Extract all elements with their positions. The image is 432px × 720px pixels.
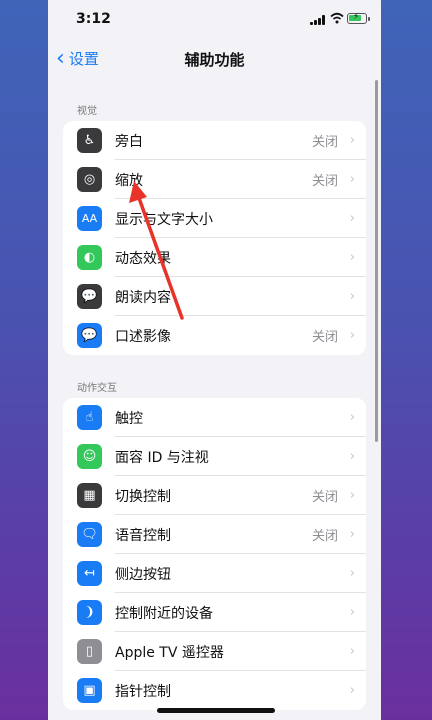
pointer-control-icon: ▣ [77, 678, 102, 703]
settings-row[interactable]: ▯ Apple TV 遥控器 › [63, 632, 366, 671]
settings-row[interactable]: ▣ 指针控制 › [63, 671, 366, 710]
row-label: 朗读内容 [115, 289, 171, 306]
row-label: Apple TV 遥控器 [115, 644, 224, 661]
motion-icon: ◐ [77, 245, 102, 270]
row-value: 关闭 [311, 174, 338, 189]
settings-group: ♿ 旁白 关闭 › ◎ 缩放 关闭 › AA 显示与文字大小 › ◐ 动态效果 › 💬 朗读内容 › 💬 口述影像关… [63, 121, 366, 355]
chevron-right-icon: › [349, 250, 355, 265]
voiceover-icon: ♿ [77, 128, 102, 153]
face-id-icon: ☺ [77, 444, 102, 469]
chevron-right-icon: › [349, 172, 355, 187]
settings-row[interactable]: ◐ 动态效果 › [63, 238, 366, 277]
settings-row[interactable]: ↤ 侧边按钮 › [63, 554, 366, 593]
row-value: 关闭 [311, 529, 338, 544]
status-time: 3:12 [76, 11, 111, 27]
switch-control-icon: ▦ [77, 483, 102, 508]
row-label: 指针控制 [115, 683, 171, 700]
settings-row[interactable]: ☝ 触控 › [63, 398, 366, 437]
chevron-right-icon: › [349, 211, 355, 226]
status-bar: 3:12 ⚡ [48, 0, 381, 40]
audio-description-icon: 💬 [77, 323, 102, 348]
row-label: 旁白 [115, 133, 143, 150]
settings-row[interactable]: ◎ 缩放 关闭 › [63, 160, 366, 199]
chevron-right-icon: › [349, 289, 355, 304]
chevron-right-icon: › [349, 328, 355, 343]
text-size-icon: AA [77, 206, 102, 231]
settings-row[interactable]: 🗨 语音控制 关闭 › [63, 515, 366, 554]
row-value: 关闭 [311, 135, 338, 150]
row-value: 关闭 [311, 330, 338, 345]
chevron-right-icon: › [349, 566, 355, 581]
page-title: 辅助功能 [184, 51, 245, 69]
section-header: 动作交互 [77, 383, 117, 394]
chevron-right-icon: › [349, 449, 355, 464]
chevron-right-icon: › [349, 683, 355, 698]
home-indicator[interactable] [157, 708, 275, 713]
row-label: 缩放 [115, 172, 143, 189]
row-label: 面容 ID 与注视 [115, 449, 209, 466]
settings-group: ☝ 触控 › ☺ 面容 ID 与注视 › ▦ 切换控制 关闭 › 🗨 语音控制 关闭 › ↤ 侧边按钮 › ❩ 控制… [63, 398, 366, 710]
chevron-right-icon: › [349, 133, 355, 148]
voice-control-icon: 🗨 [77, 522, 102, 547]
apple-tv-remote-icon: ▯ [77, 639, 102, 664]
battery-charging-icon: ⚡ [347, 12, 370, 24]
row-label: 动态效果 [115, 250, 171, 267]
row-label: 显示与文字大小 [115, 211, 213, 228]
row-value: 关闭 [311, 490, 338, 505]
chevron-right-icon: › [349, 605, 355, 620]
settings-row[interactable]: 💬 口述影像 关闭 › [63, 316, 366, 355]
wifi-icon [330, 12, 344, 24]
section-header: 视觉 [77, 106, 97, 117]
settings-row[interactable]: AA 显示与文字大小 › [63, 199, 366, 238]
chevron-right-icon: › [349, 527, 355, 542]
phone-screen: 3:12 ⚡ ‹ 设置 辅助功能 视觉 ♿ 旁白 关闭 › ◎ 缩放 关闭 › AA 显示与文字大小… [48, 0, 381, 720]
settings-row[interactable]: ▦ 切换控制 关闭 › [63, 476, 366, 515]
zoom-icon: ◎ [77, 167, 102, 192]
row-label: 触控 [115, 410, 143, 427]
navigation-bar: ‹ 设置 辅助功能 [48, 40, 381, 78]
settings-row[interactable]: ❩ 控制附近的设备 › [63, 593, 366, 632]
chevron-right-icon: › [349, 410, 355, 425]
row-label: 切换控制 [115, 488, 171, 505]
chevron-right-icon: › [349, 488, 355, 503]
spoken-content-icon: 💬 [77, 284, 102, 309]
row-label: 控制附近的设备 [115, 605, 213, 622]
side-button-icon: ↤ [77, 561, 102, 586]
settings-row[interactable]: 💬 朗读内容 › [63, 277, 366, 316]
settings-row[interactable]: ♿ 旁白 关闭 › [63, 121, 366, 160]
nearby-devices-icon: ❩ [77, 600, 102, 625]
row-label: 侧边按钮 [115, 566, 171, 583]
chevron-right-icon: › [349, 644, 355, 659]
row-label: 语音控制 [115, 527, 171, 544]
touch-icon: ☝ [77, 405, 102, 430]
scrollbar[interactable] [375, 80, 378, 442]
row-label: 口述影像 [115, 328, 171, 345]
cellular-signal-icon [310, 15, 326, 25]
settings-row[interactable]: ☺ 面容 ID 与注视 › [63, 437, 366, 476]
